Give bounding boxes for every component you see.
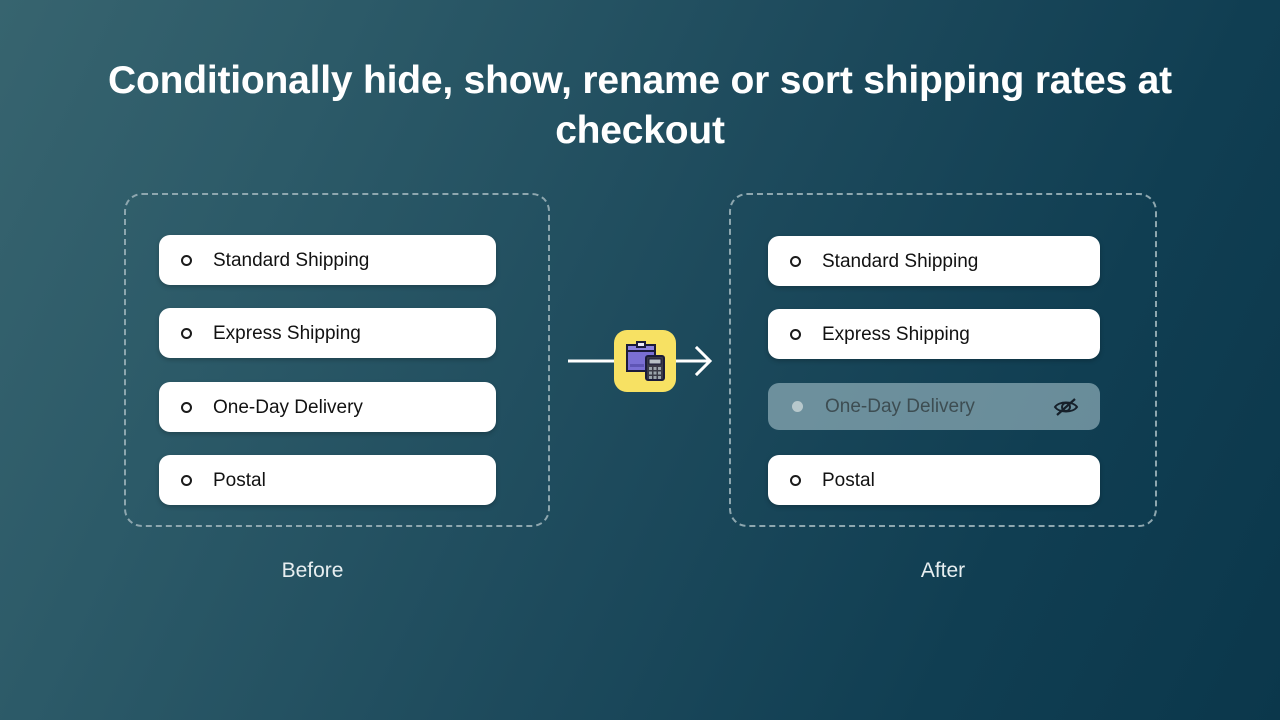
radio-circle-icon[interactable] <box>181 254 192 266</box>
rate-label: Postal <box>822 469 875 491</box>
rate-label: Standard Shipping <box>213 249 370 271</box>
rate-label: Express Shipping <box>822 323 970 345</box>
list-item-hidden[interactable]: One-Day Delivery <box>768 383 1100 430</box>
rate-label: One-Day Delivery <box>213 396 363 418</box>
radio-circle-icon[interactable] <box>790 255 801 267</box>
list-item[interactable]: Postal <box>768 455 1100 505</box>
slide-canvas: Conditionally hide, show, rename or sort… <box>0 0 1280 720</box>
transform-indicator <box>560 330 720 392</box>
radio-circle-icon[interactable] <box>790 328 801 340</box>
list-item[interactable]: One-Day Delivery <box>159 382 496 432</box>
radio-circle-icon[interactable] <box>181 474 192 486</box>
list-item[interactable]: Postal <box>159 455 496 505</box>
before-caption: Before <box>281 559 344 582</box>
radio-circle-icon[interactable] <box>181 327 192 339</box>
radio-circle-icon[interactable] <box>790 474 801 486</box>
page-title: Conditionally hide, show, rename or sort… <box>108 59 1172 152</box>
before-rate-list: Standard Shipping Express Shipping One-D… <box>126 195 548 525</box>
radio-circle-icon[interactable] <box>792 401 803 412</box>
rate-label: Express Shipping <box>213 322 361 344</box>
list-item[interactable]: Standard Shipping <box>768 236 1100 286</box>
shipping-rates-calculator-app-icon <box>614 330 676 392</box>
rate-label: One-Day Delivery <box>825 396 975 417</box>
after-rate-list: Standard Shipping Express Shipping One-D… <box>731 195 1155 525</box>
radio-circle-icon[interactable] <box>181 401 192 413</box>
rate-label: Standard Shipping <box>822 250 979 272</box>
after-panel: Standard Shipping Express Shipping One-D… <box>729 193 1157 527</box>
list-item[interactable]: Express Shipping <box>768 309 1100 359</box>
rate-label: Postal <box>213 469 266 491</box>
after-caption: After <box>920 559 966 582</box>
before-panel: Standard Shipping Express Shipping One-D… <box>124 193 550 527</box>
list-item[interactable]: Express Shipping <box>159 308 496 358</box>
list-item[interactable]: Standard Shipping <box>159 235 496 285</box>
eye-slash-icon[interactable] <box>1052 396 1082 418</box>
